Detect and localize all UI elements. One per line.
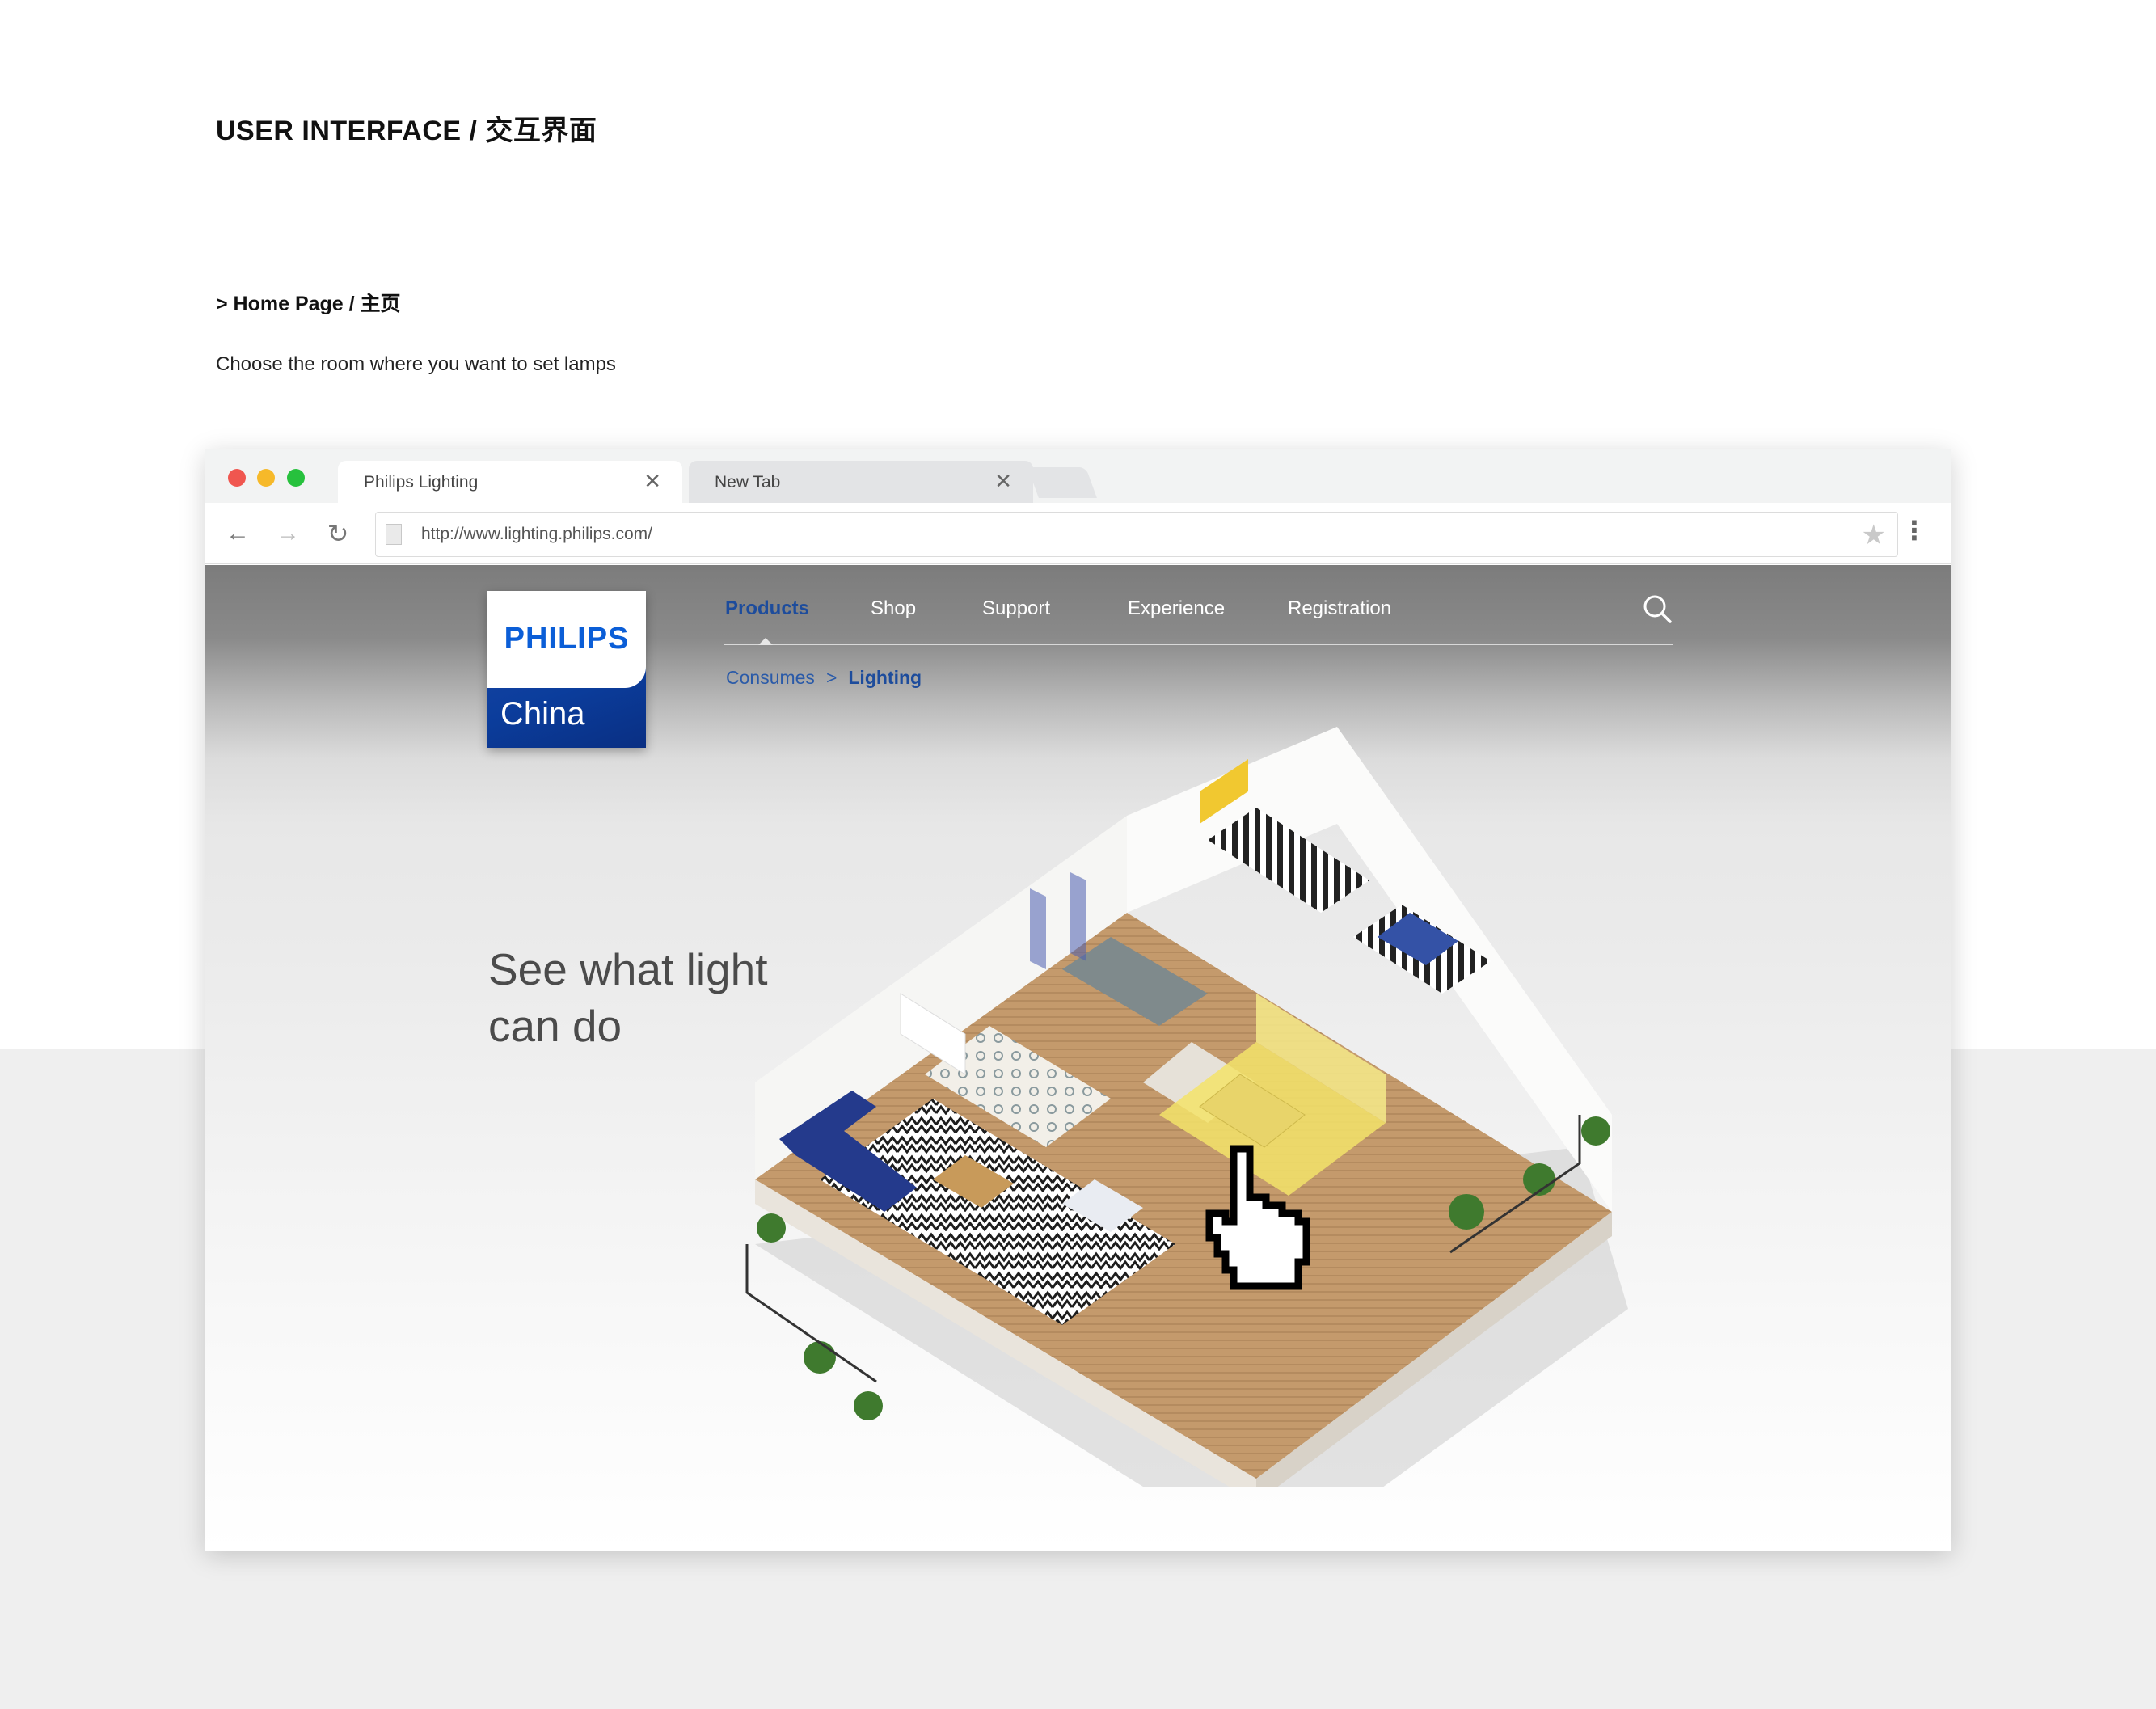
tab-philips-lighting[interactable]: Philips Lighting ✕	[338, 461, 682, 503]
tab-new-tab[interactable]: New Tab ✕	[689, 461, 1033, 503]
reload-icon[interactable]: ↻	[323, 519, 352, 548]
browser-toolbar: ← → ↻ http://www.lighting.philips.com/ ★…	[205, 503, 1951, 564]
browser-menu-icon[interactable]: ⋮	[1901, 517, 1927, 543]
philips-china-logo[interactable]: PHILIPS China	[487, 591, 646, 748]
search-icon[interactable]	[1641, 593, 1673, 625]
url-text[interactable]: http://www.lighting.philips.com/	[421, 525, 652, 544]
page-subheading: > Home Page / 主页	[216, 293, 401, 315]
forward-arrow-icon[interactable]: →	[273, 519, 302, 548]
apartment-floorplan[interactable]	[723, 727, 1854, 1487]
main-navigation: Products Shop Support Experience Registr…	[724, 565, 1673, 645]
tab-label: New Tab	[715, 473, 781, 492]
breadcrumb: Consumes > Lighting	[726, 667, 922, 689]
plant	[804, 1341, 836, 1374]
plant	[1449, 1194, 1484, 1230]
plant	[854, 1391, 883, 1420]
glass-partition	[1030, 888, 1046, 969]
back-arrow-icon[interactable]: ←	[223, 519, 252, 548]
close-window-button[interactable]	[228, 469, 246, 487]
hand-pointer-icon	[1205, 1145, 1310, 1290]
browser-window: Philips Lighting ✕ New Tab ✕ ← → ↻ http:…	[205, 449, 1951, 1551]
glass-partition	[1070, 872, 1086, 961]
website-viewport: PHILIPS China Products Shop Support Expe…	[205, 565, 1951, 1551]
nav-item-support[interactable]: Support	[982, 597, 1050, 620]
tab-close-icon[interactable]: ✕	[994, 469, 1012, 494]
page-icon	[386, 524, 402, 545]
logo-brand-text: PHILIPS	[504, 622, 630, 656]
tab-label: Philips Lighting	[364, 473, 479, 492]
breadcrumb-current-lighting: Lighting	[848, 667, 922, 688]
nav-item-products[interactable]: Products	[725, 597, 809, 620]
breadcrumb-separator: >	[825, 667, 838, 688]
tab-close-icon[interactable]: ✕	[643, 469, 661, 494]
new-tab-button[interactable]	[1027, 467, 1097, 498]
nav-item-registration[interactable]: Registration	[1288, 597, 1391, 620]
tab-strip: Philips Lighting ✕ New Tab ✕	[205, 449, 1951, 503]
plant	[757, 1213, 786, 1243]
minimize-window-button[interactable]	[257, 469, 275, 487]
maximize-window-button[interactable]	[287, 469, 305, 487]
logo-region-text: China	[500, 696, 585, 732]
nav-item-shop[interactable]: Shop	[871, 597, 916, 620]
plant	[1581, 1116, 1610, 1146]
bookmark-star-icon[interactable]: ★	[1862, 519, 1886, 551]
active-nav-indicator	[758, 638, 773, 645]
logo-white-panel: PHILIPS	[487, 591, 646, 688]
nav-item-experience[interactable]: Experience	[1128, 597, 1225, 620]
breadcrumb-link-consumes[interactable]: Consumes	[726, 667, 815, 688]
address-bar[interactable]: http://www.lighting.philips.com/ ★	[375, 512, 1898, 557]
section-title: USER INTERFACE / 交互界面	[216, 116, 597, 146]
page-description: Choose the room where you want to set la…	[216, 353, 616, 375]
